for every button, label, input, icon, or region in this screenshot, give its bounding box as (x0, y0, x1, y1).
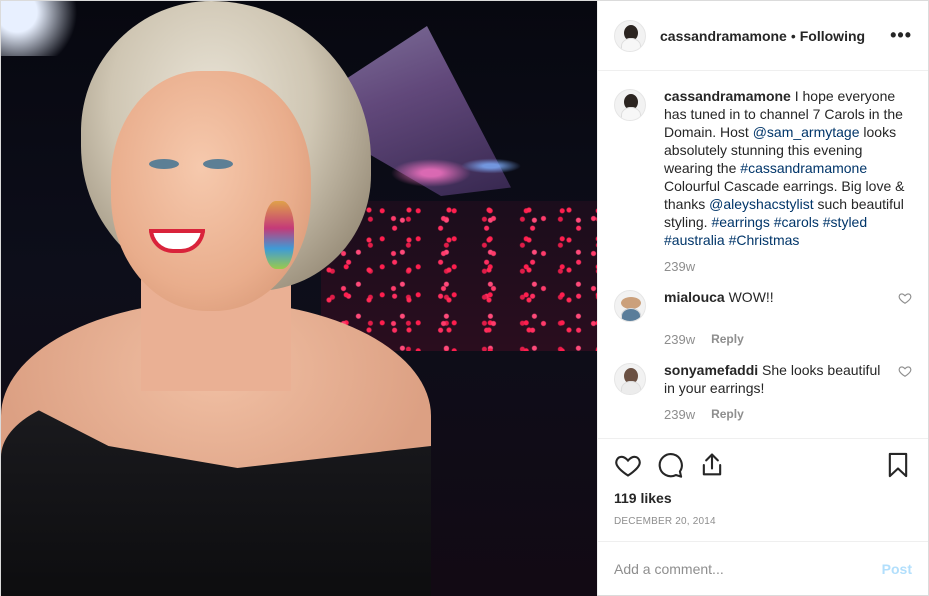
author-username[interactable]: cassandramamone (660, 28, 787, 44)
action-bar: 119 likes DECEMBER 20, 2014 (598, 438, 928, 541)
caption-text: cassandramamone I hope everyone has tune… (664, 87, 912, 249)
earring (264, 201, 294, 269)
comment-username[interactable]: sonyamefaddi (664, 362, 758, 378)
crowd-lights (321, 201, 597, 351)
reply-button[interactable]: Reply (711, 332, 744, 347)
commenter-avatar[interactable] (614, 290, 646, 322)
hashtag-link[interactable]: #australia (664, 232, 725, 248)
caption-time[interactable]: 239w (664, 259, 695, 274)
hashtag-link[interactable]: #styled (823, 214, 867, 230)
comment-icon[interactable] (656, 451, 684, 479)
add-comment-bar: Add a comment... Post (598, 541, 928, 595)
likes-count[interactable]: 119 likes (614, 490, 912, 506)
face (111, 71, 311, 311)
author-avatar[interactable] (614, 19, 646, 52)
comment-text: WOW!! (728, 289, 774, 305)
separator: • (790, 27, 796, 44)
reply-button[interactable]: Reply (711, 407, 744, 422)
caption: cassandramamone I hope everyone has tune… (614, 87, 912, 249)
commenter-avatar[interactable] (614, 363, 646, 395)
caption-avatar[interactable] (614, 89, 646, 121)
like-comment-heart-icon[interactable] (898, 291, 912, 305)
heart-icon[interactable] (614, 451, 642, 479)
comment-item: sonyamefaddi She looks beautiful in your… (614, 361, 912, 397)
mention-link[interactable]: @aleyshacstylist (709, 196, 813, 212)
comments-section: cassandramamone I hope everyone has tune… (598, 71, 928, 438)
post-sidebar: cassandramamone • Following ••• cassandr… (597, 1, 928, 595)
hashtag-link[interactable]: #Christmas (729, 232, 800, 248)
comment-item: mialouca WOW!! (614, 288, 912, 322)
post-date[interactable]: DECEMBER 20, 2014 (614, 516, 912, 541)
post-header: cassandramamone • Following ••• (598, 1, 928, 71)
following-button[interactable]: Following (800, 28, 865, 44)
hashtag-link[interactable]: #cassandramamone (740, 160, 867, 176)
hashtag-link[interactable]: #earrings (711, 214, 769, 230)
comment-input[interactable]: Add a comment... (614, 561, 882, 577)
bookmark-icon[interactable] (884, 451, 912, 479)
hashtag-link[interactable]: #carols (774, 214, 819, 230)
caption-meta: 239w (664, 259, 912, 274)
more-options-icon[interactable]: ••• (890, 25, 912, 46)
like-comment-heart-icon[interactable] (898, 364, 912, 378)
comment-meta: 239w Reply (664, 332, 912, 347)
comment-time[interactable]: 239w (664, 332, 695, 347)
comment-time[interactable]: 239w (664, 407, 695, 422)
post-button[interactable]: Post (882, 561, 912, 577)
share-icon[interactable] (698, 451, 726, 479)
mention-link[interactable]: @sam_armytage (753, 124, 860, 140)
post-photo[interactable] (1, 1, 597, 596)
caption-username[interactable]: cassandramamone (664, 88, 791, 104)
instagram-post: cassandramamone • Following ••• cassandr… (0, 0, 929, 596)
comment-meta: 239w Reply (664, 407, 912, 422)
comment-username[interactable]: mialouca (664, 289, 725, 305)
